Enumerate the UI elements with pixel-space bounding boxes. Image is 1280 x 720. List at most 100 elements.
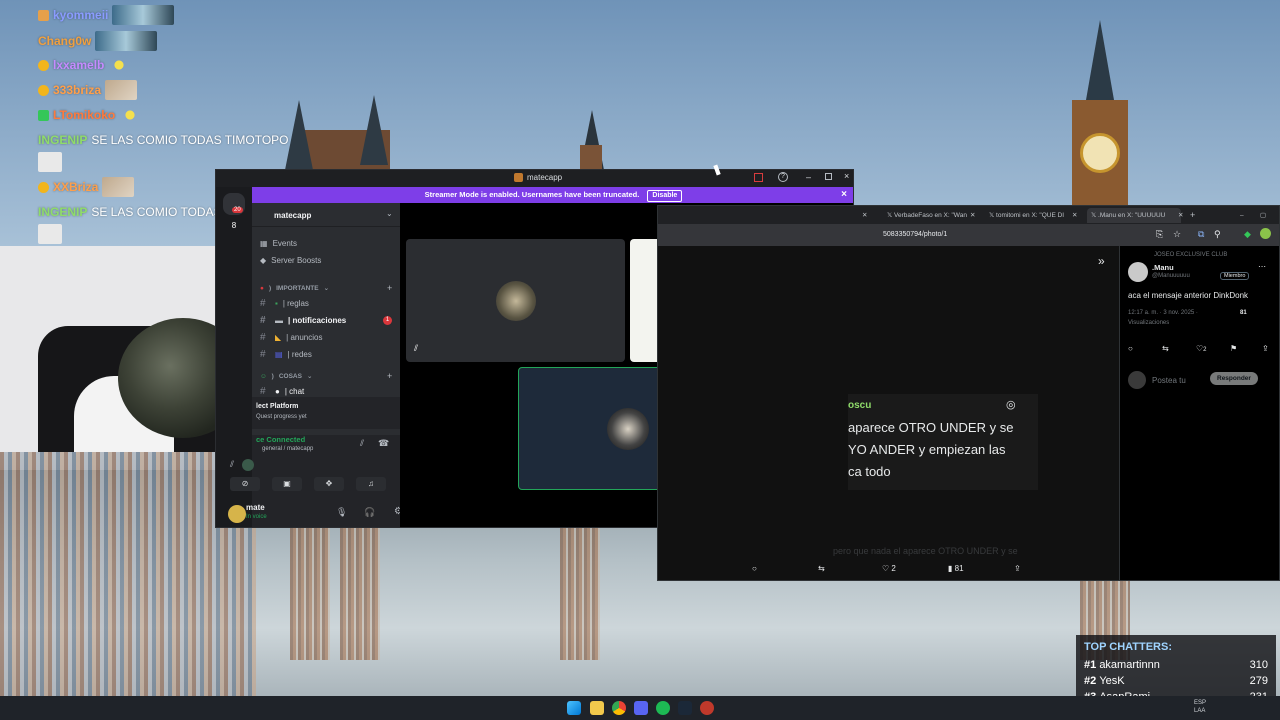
more-icon[interactable]: ⋯: [1258, 262, 1266, 271]
screen-share-button[interactable]: ▣: [272, 477, 302, 491]
coin-badge-icon: [38, 84, 49, 96]
add-channel-icon[interactable]: +: [387, 371, 392, 381]
chrome-icon[interactable]: [612, 701, 626, 715]
share-icon[interactable]: ⇪: [1014, 564, 1021, 573]
channel-redes[interactable]: # ▤ | redes: [260, 347, 312, 362]
maximize-button[interactable]: ▢: [1256, 208, 1270, 223]
chatter-count: 279: [1249, 675, 1268, 687]
coin-badge-icon: [38, 59, 49, 71]
minimize-button[interactable]: –: [1236, 208, 1248, 223]
share-icon[interactable]: ⇪: [1262, 344, 1269, 353]
chat-username: lxxamelb: [53, 58, 105, 72]
profile-avatar[interactable]: [1260, 228, 1271, 239]
windows-taskbar: ESP LAA: [0, 696, 1280, 720]
channel-anuncios[interactable]: # ◣ | anuncios: [260, 330, 322, 345]
chat-message: XXBriza: [38, 177, 135, 197]
author-avatar[interactable]: [1128, 262, 1148, 282]
views-label: Visualizaciones: [1128, 320, 1170, 326]
channel-reglas[interactable]: # ▪ | reglas: [260, 296, 309, 311]
like-heart-icon[interactable]: ♡2: [1196, 344, 1207, 353]
reply-icon[interactable]: ○: [752, 564, 757, 573]
events-link[interactable]: ▦ Events: [260, 236, 297, 251]
chatter-count: 310: [1249, 659, 1268, 671]
bookmark-star-icon[interactable]: ☆: [1173, 229, 1181, 240]
sub-badge-icon: [38, 109, 49, 121]
install-icon[interactable]: ⎘: [1156, 229, 1163, 240]
window-title: matecapp: [527, 173, 563, 182]
reply-icon[interactable]: ○: [1128, 344, 1133, 353]
disable-streamer-button[interactable]: Disable: [647, 190, 683, 202]
extension-icon[interactable]: ⧉: [1198, 229, 1204, 240]
discord-icon[interactable]: [634, 701, 648, 715]
voice-avatar: [242, 459, 254, 471]
community-label[interactable]: JOSEO EXCLUSIVE CLUB: [1154, 252, 1227, 258]
spotify-icon[interactable]: [656, 701, 670, 715]
user-avatar[interactable]: [228, 505, 246, 523]
emote-image: [38, 224, 62, 244]
close-button[interactable]: ×: [844, 171, 849, 181]
participant-tile[interactable]: ⫽: [406, 239, 625, 362]
obs-app-icon[interactable]: [700, 701, 714, 715]
server-header[interactable]: matecapp ⌄: [252, 203, 400, 227]
noise-suppression-icon[interactable]: ⫽: [360, 438, 364, 449]
microphone-icon[interactable]: 🎙: [336, 507, 347, 518]
server-icon[interactable]: 8: [223, 221, 245, 233]
retweet-icon[interactable]: ⇆: [818, 564, 825, 573]
add-channel-icon[interactable]: +: [387, 283, 392, 293]
steam-icon[interactable]: [678, 701, 692, 715]
disconnect-icon[interactable]: ☎: [378, 438, 389, 449]
extension-icon[interactable]: ◆: [1244, 229, 1251, 240]
spire: [360, 95, 388, 165]
language-indicator[interactable]: ESP: [1194, 700, 1206, 706]
server-boosts-link[interactable]: ◆ Server Boosts: [260, 253, 321, 268]
address-bar[interactable]: 5083350794/photo/1 ⎘ ☆ ⧉ ⚲ ◆: [658, 224, 1279, 246]
bookmark-icon[interactable]: ⚑: [1230, 344, 1237, 353]
tweet-detail-panel: JOSEO EXCLUSIVE CLUB .Manu @Manuuuuuu Mi…: [1119, 246, 1279, 580]
minimize-button[interactable]: –: [806, 172, 811, 182]
tab-manu-active[interactable]: 𝕏 .Manu en X: "UUUUUU: [1087, 208, 1181, 223]
link-label: Server Boosts: [271, 256, 322, 265]
keyboard-layout-indicator[interactable]: LAA: [1194, 708, 1205, 714]
camera-off-button[interactable]: ⊘: [230, 477, 260, 491]
reply-input[interactable]: Postea tu: [1152, 376, 1186, 385]
link-label: Events: [272, 239, 298, 248]
author-name[interactable]: .Manu: [1152, 263, 1174, 272]
mention-badge: 20: [232, 207, 243, 213]
channel-notificaciones[interactable]: # ▬ | notificaciones: [260, 313, 346, 328]
author-handle[interactable]: @Manuuuuuu: [1152, 273, 1190, 279]
screen-share-icon[interactable]: [754, 173, 763, 182]
chevron-down-icon: ⌄: [323, 285, 330, 292]
browser-window: ✕ 𝕏 VerbadeFaso en X: "Wan ✕ 𝕏 tomitomi …: [657, 205, 1280, 581]
server-name: matecapp: [274, 211, 312, 220]
maximize-button[interactable]: [825, 173, 832, 180]
voice-channel[interactable]: general / matecapp: [262, 446, 313, 452]
file-explorer-icon[interactable]: [590, 701, 604, 715]
category-cosas[interactable]: ☺ ) COSAS ⌄: [260, 369, 312, 384]
reply-button[interactable]: Responder: [1210, 372, 1258, 385]
retweet-icon[interactable]: ⇆: [1162, 344, 1169, 353]
soundboard-button[interactable]: ♫: [356, 477, 386, 491]
tweet-timestamp[interactable]: 12:17 a. m. · 3 nov. 2025 ·: [1128, 310, 1198, 316]
activity-card[interactable]: lect Platform Quest progress yet: [252, 397, 400, 429]
help-icon[interactable]: ?: [778, 172, 788, 182]
chatter-row: #1 akamartinnn 310: [1084, 659, 1268, 675]
category-importante[interactable]: ● ) IMPORTANTE ⌄: [260, 281, 329, 296]
tab-tomitomi[interactable]: 𝕏 tomitomi en X: "QUE DI: [985, 208, 1075, 223]
close-tab-icon[interactable]: ✕: [1068, 208, 1081, 223]
windows-start-icon[interactable]: [567, 701, 581, 715]
like-heart-icon[interactable]: ♡ 2: [882, 564, 896, 573]
chat-username: XXBriza: [53, 180, 99, 194]
extensions-puzzle-icon[interactable]: ⚲: [1214, 229, 1221, 240]
activity-title: lect Platform: [256, 403, 299, 410]
new-tab-button[interactable]: +: [1186, 208, 1199, 223]
close-tab-icon[interactable]: ✕: [966, 208, 979, 223]
views-chart-icon[interactable]: ▮ 81: [948, 564, 964, 573]
chat-message: lxxamelb: [38, 55, 131, 75]
megaphone-icon: ◣: [275, 333, 282, 342]
activities-button[interactable]: ✥: [314, 477, 344, 491]
close-banner-icon[interactable]: ×: [841, 187, 847, 203]
reflection-strip: [560, 510, 600, 660]
close-tab-icon[interactable]: ✕: [858, 208, 871, 223]
headphones-icon[interactable]: 🎧: [364, 507, 375, 518]
expand-chevron-icon[interactable]: »: [1098, 254, 1105, 268]
